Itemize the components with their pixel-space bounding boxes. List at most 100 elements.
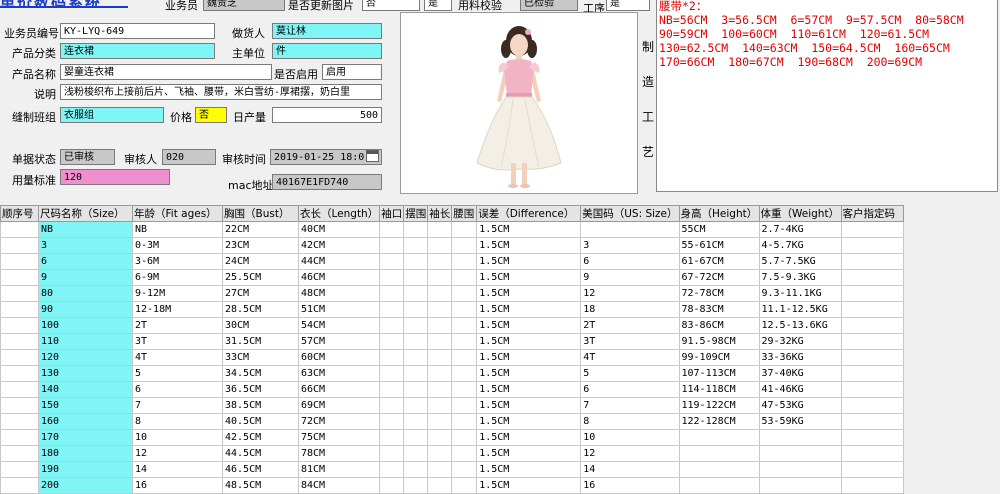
grid-column-header[interactable]: 身高（Height）: [678, 205, 760, 222]
grid-cell[interactable]: 1.5CM: [476, 221, 582, 238]
process-notes-textarea[interactable]: 腰带*2： NB=56CM 3=56.5CM 6=57CM 9=57.5CM 80…: [656, 0, 998, 192]
grid-cell[interactable]: 1.5CM: [476, 429, 582, 446]
grid-cell[interactable]: 18: [580, 301, 680, 318]
grid-cell[interactable]: 100: [38, 317, 133, 334]
grid-column-header[interactable]: 尺码名称（Size）: [38, 205, 133, 222]
grid-cell[interactable]: 6: [580, 253, 680, 270]
grid-cell[interactable]: 5: [580, 365, 680, 382]
grid-cell[interactable]: [451, 301, 478, 318]
grid-cell[interactable]: 1.5CM: [476, 445, 582, 462]
grid-cell[interactable]: 33CM: [222, 349, 299, 366]
grid-cell[interactable]: 72-78CM: [678, 285, 760, 302]
grid-column-header[interactable]: 美国码（US: Size）: [580, 205, 680, 222]
grid-cell[interactable]: 44CM: [297, 253, 381, 270]
grid-cell[interactable]: [379, 397, 405, 414]
grid-cell[interactable]: 37-40KG: [758, 365, 842, 382]
grid-cell[interactable]: 57CM: [297, 333, 381, 350]
grid-cell[interactable]: [427, 413, 453, 430]
grid-cell[interactable]: 1.5CM: [476, 477, 582, 494]
grid-cell[interactable]: [379, 349, 405, 366]
grid-cell[interactable]: [451, 333, 478, 350]
table-row[interactable]: 160 8 40.5CM 72CM 1.5CM 8 122-128CM 53-59KG: [0, 413, 904, 430]
table-row[interactable]: 90 12-18M 28.5CM 51CM 1.5CM 18 78-83CM 11.1-12.…: [0, 301, 904, 318]
grid-cell[interactable]: [758, 445, 842, 462]
grid-cell[interactable]: [379, 237, 405, 254]
grid-cell[interactable]: 10: [580, 429, 680, 446]
category-field[interactable]: 连衣裙: [60, 43, 215, 59]
grid-cell[interactable]: [451, 285, 478, 302]
grid-cell[interactable]: 63CM: [297, 365, 381, 382]
grid-cell[interactable]: 61-67CM: [678, 253, 760, 270]
grid-cell[interactable]: [840, 253, 904, 270]
grid-cell[interactable]: [403, 349, 429, 366]
grid-cell[interactable]: 24CM: [222, 253, 299, 270]
grid-cell[interactable]: [379, 301, 405, 318]
grid-cell[interactable]: 8: [580, 413, 680, 430]
grid-cell[interactable]: [403, 445, 429, 462]
grid-cell[interactable]: [0, 397, 39, 414]
table-row[interactable]: 3 0-3M 23CM 42CM 1.5CM 3 55-61CM 4-5.7KG: [0, 237, 904, 254]
grid-cell[interactable]: 22CM: [222, 221, 299, 238]
grid-cell[interactable]: [427, 237, 453, 254]
grid-cell[interactable]: 12: [580, 285, 680, 302]
table-row[interactable]: 200 16 48.5CM 84CM 1.5CM 16: [0, 477, 904, 494]
grid-cell[interactable]: 29-32KG: [758, 333, 842, 350]
grid-cell[interactable]: 23CM: [222, 237, 299, 254]
grid-cell[interactable]: [451, 253, 478, 270]
grid-cell[interactable]: [0, 333, 39, 350]
grid-cell[interactable]: 1.5CM: [476, 333, 582, 350]
grid-cell[interactable]: 51CM: [297, 301, 381, 318]
grid-cell[interactable]: 31.5CM: [222, 333, 299, 350]
grid-cell[interactable]: [840, 397, 904, 414]
grid-cell[interactable]: 119-122CM: [678, 397, 760, 414]
grid-cell[interactable]: [840, 461, 904, 478]
grid-cell[interactable]: [0, 285, 39, 302]
table-row[interactable]: 80 9-12M 27CM 48CM 1.5CM 12 72-78CM 9.3-11.1KG: [0, 285, 904, 302]
grid-cell[interactable]: 78CM: [297, 445, 381, 462]
grid-cell[interactable]: NB: [132, 221, 223, 238]
grid-cell[interactable]: [427, 253, 453, 270]
grid-cell[interactable]: 53-59KG: [758, 413, 842, 430]
grid-cell[interactable]: [451, 221, 478, 238]
grid-cell[interactable]: 3T: [580, 333, 680, 350]
grid-cell[interactable]: [379, 445, 405, 462]
grid-cell[interactable]: [451, 413, 478, 430]
grid-cell[interactable]: 7.5-9.3KG: [758, 269, 842, 286]
grid-column-header[interactable]: 体重（Weight）: [758, 205, 842, 222]
grid-cell[interactable]: [840, 413, 904, 430]
salesman-code-field[interactable]: KY-LYQ-649: [60, 23, 215, 39]
description-field[interactable]: 浅粉梭织布上接前后片、飞袖、腰带，米白雪纺-厚裙摆，奶白里: [60, 84, 382, 100]
grid-cell[interactable]: [427, 461, 453, 478]
grid-cell[interactable]: [451, 397, 478, 414]
grid-cell[interactable]: [840, 445, 904, 462]
grid-cell[interactable]: [451, 317, 478, 334]
unit-field[interactable]: 件: [272, 43, 382, 59]
grid-cell[interactable]: [403, 285, 429, 302]
grid-cell[interactable]: [0, 221, 39, 238]
grid-cell[interactable]: 83-86CM: [678, 317, 760, 334]
grid-cell[interactable]: 5.7-7.5KG: [758, 253, 842, 270]
grid-cell[interactable]: 47-53KG: [758, 397, 842, 414]
grid-cell[interactable]: 40CM: [297, 221, 381, 238]
grid-cell[interactable]: 2.7-4KG: [758, 221, 842, 238]
grid-cell[interactable]: [840, 269, 904, 286]
grid-cell[interactable]: 1.5CM: [476, 381, 582, 398]
grid-cell[interactable]: 8: [132, 413, 223, 430]
grid-cell[interactable]: 75CM: [297, 429, 381, 446]
grid-cell[interactable]: [427, 317, 453, 334]
grid-cell[interactable]: [678, 445, 760, 462]
misc-flag-field[interactable]: 是: [424, 0, 452, 11]
grid-cell[interactable]: 78-83CM: [678, 301, 760, 318]
grid-cell[interactable]: [403, 397, 429, 414]
grid-cell[interactable]: [403, 365, 429, 382]
grid-cell[interactable]: [379, 317, 405, 334]
table-row[interactable]: 120 4T 33CM 60CM 1.5CM 4T 99-109CM 33-36KG: [0, 349, 904, 366]
grid-cell[interactable]: [403, 253, 429, 270]
grid-cell[interactable]: [0, 445, 39, 462]
process-field[interactable]: 是: [606, 0, 650, 11]
grid-cell[interactable]: [451, 477, 478, 494]
grid-cell[interactable]: 1.5CM: [476, 269, 582, 286]
grid-cell[interactable]: 42.5CM: [222, 429, 299, 446]
grid-cell[interactable]: [451, 365, 478, 382]
size-spec-grid[interactable]: 顺序号 尺码名称（Size） 年龄（Fit ages） 胸围（Bust） 衣长（Leng…: [0, 205, 904, 494]
